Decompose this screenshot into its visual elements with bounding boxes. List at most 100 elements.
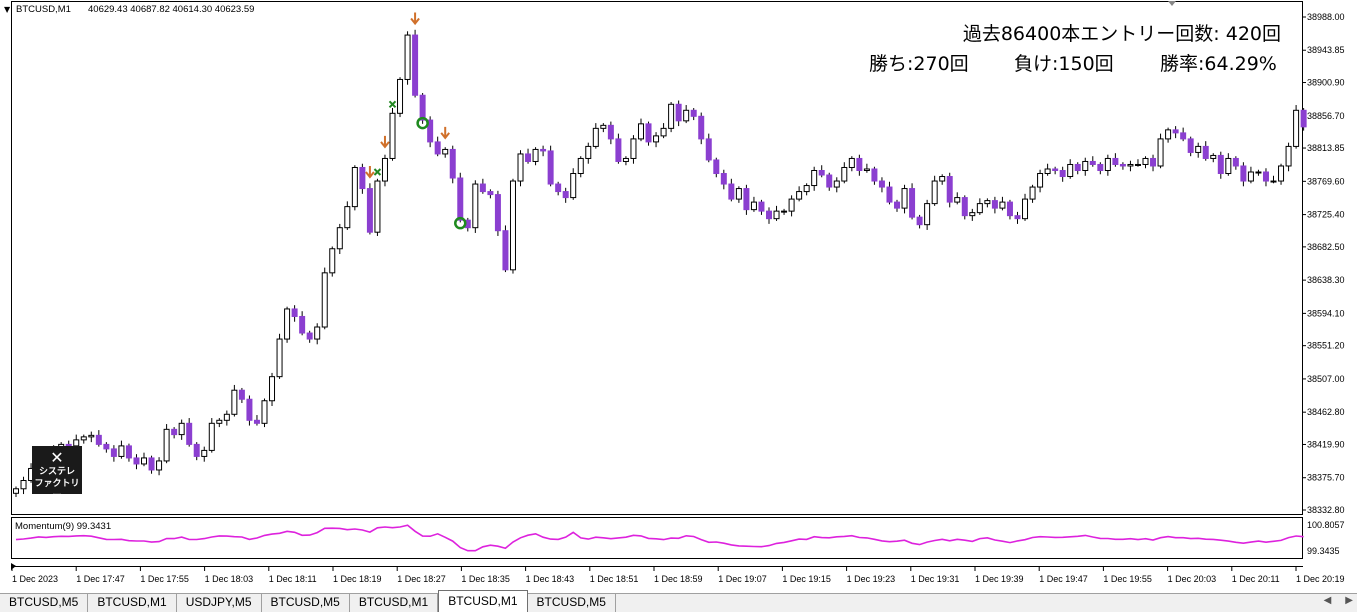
tab-btcusd-m1[interactable]: BTCUSD,M1 [88, 593, 177, 612]
momentum-tick-label: 99.3435 [1307, 546, 1340, 556]
candle-body [871, 168, 878, 182]
candle-body [1157, 138, 1164, 167]
candle-body [1217, 154, 1224, 175]
candle-body [1052, 168, 1059, 171]
price-tick-label: 38813.85 [1307, 143, 1345, 153]
candle-body [419, 94, 426, 121]
candle-body [1067, 163, 1074, 178]
candle-body [946, 176, 953, 203]
candle-body [231, 389, 238, 415]
candle-body [472, 183, 479, 229]
candle-body [856, 157, 863, 171]
price-tick-label: 38943.85 [1307, 45, 1345, 55]
candle-body [735, 188, 742, 200]
time-tick-label: 1 Dec 2023 [12, 574, 58, 584]
price-chart[interactable]: ▼ BTCUSD,M1 40629.43 40687.82 40614.30 4… [0, 0, 1357, 612]
candle-body [1172, 129, 1179, 134]
candle-body [1044, 168, 1051, 175]
tab-btcusd-m1[interactable]: BTCUSD,M1 [438, 590, 528, 612]
candle-body [1059, 169, 1066, 178]
candle-body [683, 109, 690, 122]
candle-body [1074, 163, 1081, 171]
candle-body [788, 198, 795, 212]
time-tick-label: 1 Dec 19:15 [782, 574, 831, 584]
candle-body [118, 445, 125, 457]
losses-text: 負け:150回 [1014, 53, 1114, 75]
candle-body [961, 197, 968, 217]
candle-body [13, 488, 19, 494]
time-tick-label: 1 Dec 17:55 [140, 574, 189, 584]
tab-btcusd-m5[interactable]: BTCUSD,M5 [0, 593, 89, 612]
candle-body [479, 183, 486, 193]
momentum-label: Momentum(9) 99.3431 [15, 521, 111, 532]
candle-body [577, 157, 584, 175]
candle-body [351, 166, 358, 208]
candle-body [750, 201, 757, 211]
price-tick-label: 38856.70 [1307, 111, 1345, 121]
tab-scroll-controls[interactable]: ◀ ▶ [1324, 595, 1353, 606]
price-tick-label: 38419.90 [1307, 439, 1345, 449]
symbol-arrow-icon[interactable]: ▼ [4, 5, 11, 14]
scroll-right-icon[interactable]: ▶ [1345, 595, 1353, 606]
candle-body [969, 212, 976, 217]
candle-body [1127, 163, 1134, 167]
time-tick-label: 1 Dec 18:35 [461, 574, 510, 584]
tab-btcusd-m1[interactable]: BTCUSD,M1 [350, 593, 439, 612]
time-tick-label: 1 Dec 18:11 [269, 574, 317, 584]
axis-marker-icon [11, 563, 16, 570]
candle-body [73, 439, 80, 447]
candle-body [1097, 163, 1104, 171]
candle-body [637, 123, 644, 140]
candle-body [397, 78, 404, 114]
candle-body [1278, 165, 1285, 182]
tab-usdjpy-m5[interactable]: USDJPY,M5 [177, 593, 262, 612]
candle-body [1029, 186, 1036, 200]
candle-body [720, 173, 727, 185]
candle-body [253, 419, 260, 424]
time-tick-label: 1 Dec 19:47 [1039, 574, 1088, 584]
candle-body [555, 183, 562, 193]
price-tick-label: 38900.90 [1307, 78, 1345, 88]
candle-body [80, 436, 87, 441]
candle-body [984, 200, 991, 205]
candle-body [336, 227, 343, 250]
candle-body [713, 159, 720, 175]
candle-body [1293, 109, 1300, 147]
candle-body [284, 308, 291, 340]
candle-body [758, 201, 765, 212]
candle-body [600, 124, 607, 129]
candle-body [901, 188, 908, 209]
time-tick-label: 1 Dec 19:23 [847, 574, 896, 584]
candle-body [976, 203, 983, 214]
candle-body [886, 186, 893, 203]
time-axis: 1 Dec 2023 1 Dec 17:47 1 Dec 17:55 1 Dec 18… [11, 566, 1345, 584]
chart-symbol: BTCUSD,M1 [16, 4, 71, 15]
price-tick-label: 38682.50 [1307, 242, 1345, 252]
candle-body [1262, 171, 1269, 182]
candle-body [178, 422, 185, 436]
candle-body [999, 201, 1006, 209]
tools-icon: ✕ [50, 448, 64, 467]
candle-body [743, 188, 750, 211]
price-tick-label: 38551.20 [1307, 341, 1345, 351]
candle-body [525, 153, 532, 162]
tab-btcusd-m5[interactable]: BTCUSD,M5 [528, 593, 616, 612]
time-tick-label: 1 Dec 19:07 [718, 574, 767, 584]
candle-body [939, 176, 946, 182]
candle-body [1240, 165, 1247, 182]
logo: ✕ システレ ファクトリー [32, 446, 82, 501]
candle-body [1255, 171, 1262, 174]
candle-body [321, 272, 328, 328]
tab-btcusd-m5[interactable]: BTCUSD,M5 [262, 593, 350, 612]
candle-body [1082, 160, 1089, 171]
time-tick-label: 1 Dec 19:31 [911, 574, 960, 584]
scroll-left-icon[interactable]: ◀ [1324, 595, 1332, 606]
candle-body [607, 124, 614, 140]
price-axis: 38988.00 38943.85 38900.90 38856.70 38813.85… [1302, 12, 1345, 556]
candle-body [705, 138, 712, 161]
candle-body [434, 141, 441, 155]
time-tick-label: 1 Dec 19:39 [975, 574, 1024, 584]
candle-body [592, 127, 599, 147]
logo-line-2: ファクトリー [34, 479, 80, 501]
candle-body [773, 210, 780, 220]
